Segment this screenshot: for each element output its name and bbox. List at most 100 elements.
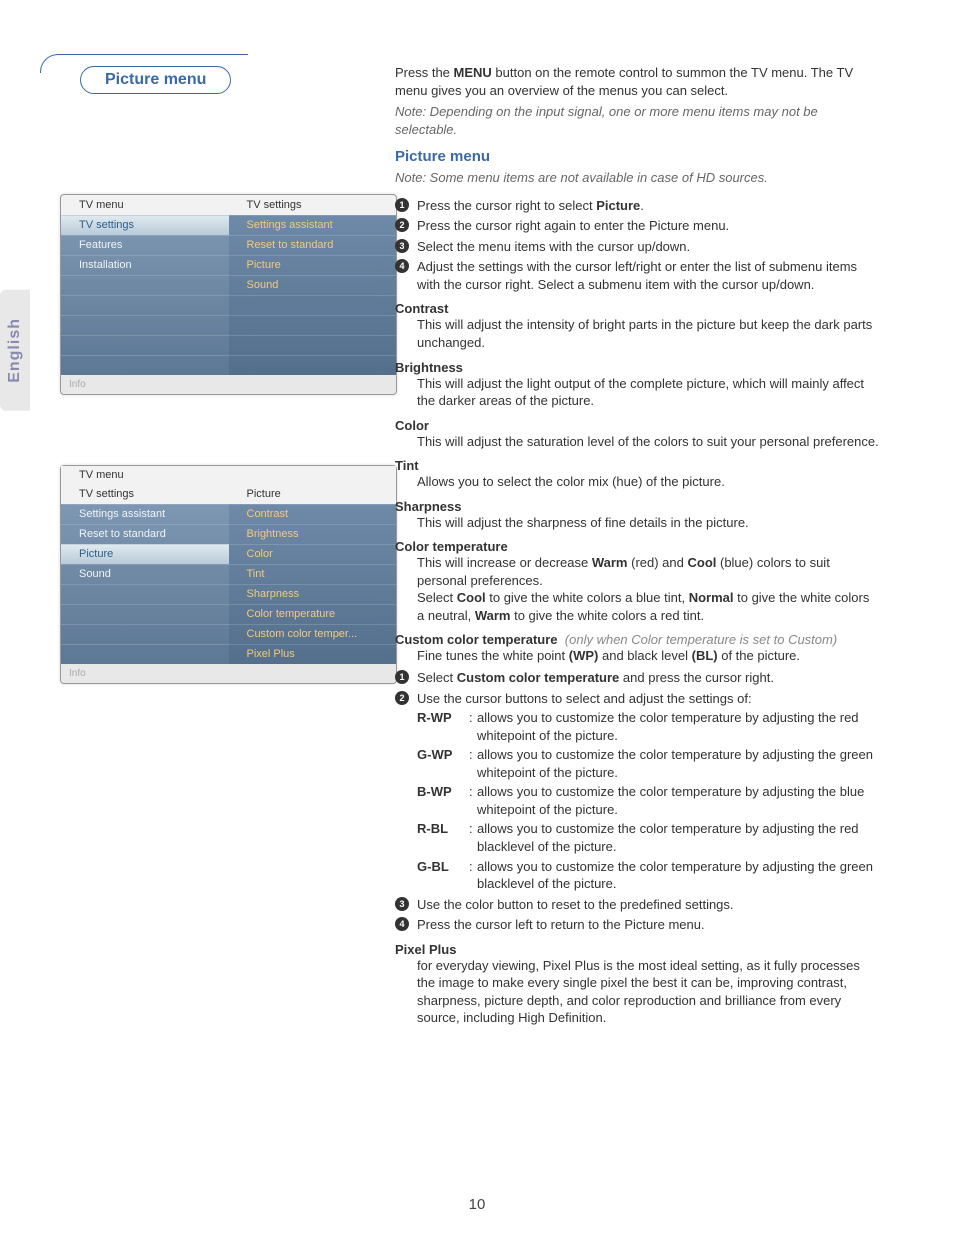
colon: :: [469, 783, 477, 818]
def-body: This will adjust the light output of the…: [395, 375, 879, 410]
menu-row: Features: [61, 235, 229, 255]
menu-row: Reset to standard: [61, 524, 229, 544]
t: Select: [417, 670, 457, 685]
menu-row: [229, 355, 397, 375]
picture-menu-steps: 1Press the cursor right to select Pictur…: [395, 197, 879, 294]
definition: ContrastThis will adjust the intensity o…: [395, 301, 879, 351]
list-item: 4Adjust the settings with the cursor lef…: [395, 258, 879, 293]
menu-row: [61, 624, 229, 644]
menu-row: Sound: [61, 564, 229, 584]
t: (WP): [569, 648, 599, 663]
step-number-icon: 3: [395, 239, 409, 253]
sub-value: allows you to customize the color temper…: [477, 858, 879, 893]
menu-row: [229, 315, 397, 335]
menu-row: TV settings: [61, 215, 229, 235]
t: Select: [417, 590, 457, 605]
def-title: Color temperature: [395, 539, 879, 554]
def-title: Color: [395, 418, 879, 433]
list-item: 4Press the cursor left to return to the …: [395, 916, 879, 934]
intro-menu-bold: MENU: [454, 65, 492, 80]
def-title: Pixel Plus: [395, 942, 879, 957]
sub-definition: B-WP:allows you to customize the color t…: [417, 783, 879, 818]
step-number-icon: 4: [395, 917, 409, 931]
menu-row: [61, 315, 229, 335]
list-item: 3 Use the color button to reset to the pr…: [395, 896, 879, 914]
sub-key: G-WP: [417, 746, 469, 781]
intro-note: Note: Depending on the input signal, one…: [395, 103, 879, 138]
section-title: Picture menu: [80, 66, 231, 94]
def-pixel-plus: Pixel Plus for everyday viewing, Pixel P…: [395, 942, 879, 1027]
def-title: Custom color temperature: [395, 632, 558, 647]
def-custom-color-temp: Custom color temperature (only when Colo…: [395, 632, 879, 933]
t: Picture: [596, 198, 640, 213]
def-color-temperature: Color temperature This will increase or …: [395, 539, 879, 624]
menu-row: [61, 604, 229, 624]
menu-row: [61, 584, 229, 604]
menu-row: Settings assistant: [61, 504, 229, 524]
menu-row: [229, 335, 397, 355]
definition: TintAllows you to select the color mix (…: [395, 458, 879, 491]
def-title: Brightness: [395, 360, 879, 375]
menu-row: Contrast: [229, 504, 397, 524]
menu1-h2: TV settings: [229, 196, 397, 214]
sub-key: R-WP: [417, 709, 469, 744]
t: Custom color temperature: [457, 670, 620, 685]
t: This will increase or decrease: [417, 555, 592, 570]
menu-row: Brightness: [229, 524, 397, 544]
colon: :: [469, 820, 477, 855]
def-body: for everyday viewing, Pixel Plus is the …: [395, 957, 879, 1027]
t: to give the white colors a red tint.: [510, 608, 704, 623]
t: Use the color button to reset to the pre…: [417, 897, 734, 912]
menu-row: Reset to standard: [229, 235, 397, 255]
menu-row: [229, 295, 397, 315]
step-number-icon: 2: [395, 218, 409, 232]
t: Cool: [687, 555, 716, 570]
def-title: Sharpness: [395, 499, 879, 514]
t: Warm: [592, 555, 628, 570]
menu-row: Sound: [229, 275, 397, 295]
colon: :: [469, 858, 477, 893]
t: Normal: [689, 590, 734, 605]
menu-row: [61, 275, 229, 295]
def-body: This will increase or decrease Warm (red…: [395, 554, 879, 624]
menu-row: Color: [229, 544, 397, 564]
t: (only when Color temperature is set to C…: [565, 632, 837, 647]
step-number-icon: 2: [395, 691, 409, 705]
menu1-h1: TV menu: [61, 196, 229, 214]
page-number: 10: [0, 1196, 954, 1213]
colon: :: [469, 709, 477, 744]
definition: BrightnessThis will adjust the light out…: [395, 360, 879, 410]
def-body: This will adjust the intensity of bright…: [395, 316, 879, 351]
def-body: This will adjust the sharpness of fine d…: [395, 514, 879, 532]
t: (BL): [692, 648, 718, 663]
step-number-icon: 1: [395, 198, 409, 212]
intro-paragraph: Press the MENU button on the remote cont…: [395, 64, 879, 99]
menu2-breadcrumb: TV menu: [61, 466, 396, 484]
list-item: 1Press the cursor right to select Pictur…: [395, 197, 879, 215]
menu-row: Color temperature: [229, 604, 397, 624]
menu2-h1: TV settings: [61, 485, 229, 503]
menu-row: [61, 295, 229, 315]
sub-key: B-WP: [417, 783, 469, 818]
step-number-icon: 3: [395, 897, 409, 911]
colon: :: [469, 746, 477, 781]
picture-menu-note: Note: Some menu items are not available …: [395, 169, 879, 187]
menu-screenshot-2: TV menu TV settings Picture Settings ass…: [60, 465, 397, 684]
def-title: Tint: [395, 458, 879, 473]
menu2-footer: Info: [61, 664, 396, 683]
def-body: Allows you to select the color mix (hue)…: [395, 473, 879, 491]
def-body: This will adjust the saturation level of…: [395, 433, 879, 451]
menu-row: Picture: [61, 544, 229, 564]
menu-row: [61, 335, 229, 355]
def-inline-note: (only when Color temperature is set to C…: [561, 632, 837, 647]
sub-key: R-BL: [417, 820, 469, 855]
list-item: 2Press the cursor right again to enter t…: [395, 217, 879, 235]
t: Fine tunes the white point: [417, 648, 569, 663]
definition: ColorThis will adjust the saturation lev…: [395, 418, 879, 451]
sub-value: allows you to customize the color temper…: [477, 820, 879, 855]
t: of the picture.: [718, 648, 800, 663]
step-number-icon: 4: [395, 259, 409, 273]
menu-row: Pixel Plus: [229, 644, 397, 664]
menu-row: Picture: [229, 255, 397, 275]
t: to give the white colors a blue tint,: [486, 590, 689, 605]
